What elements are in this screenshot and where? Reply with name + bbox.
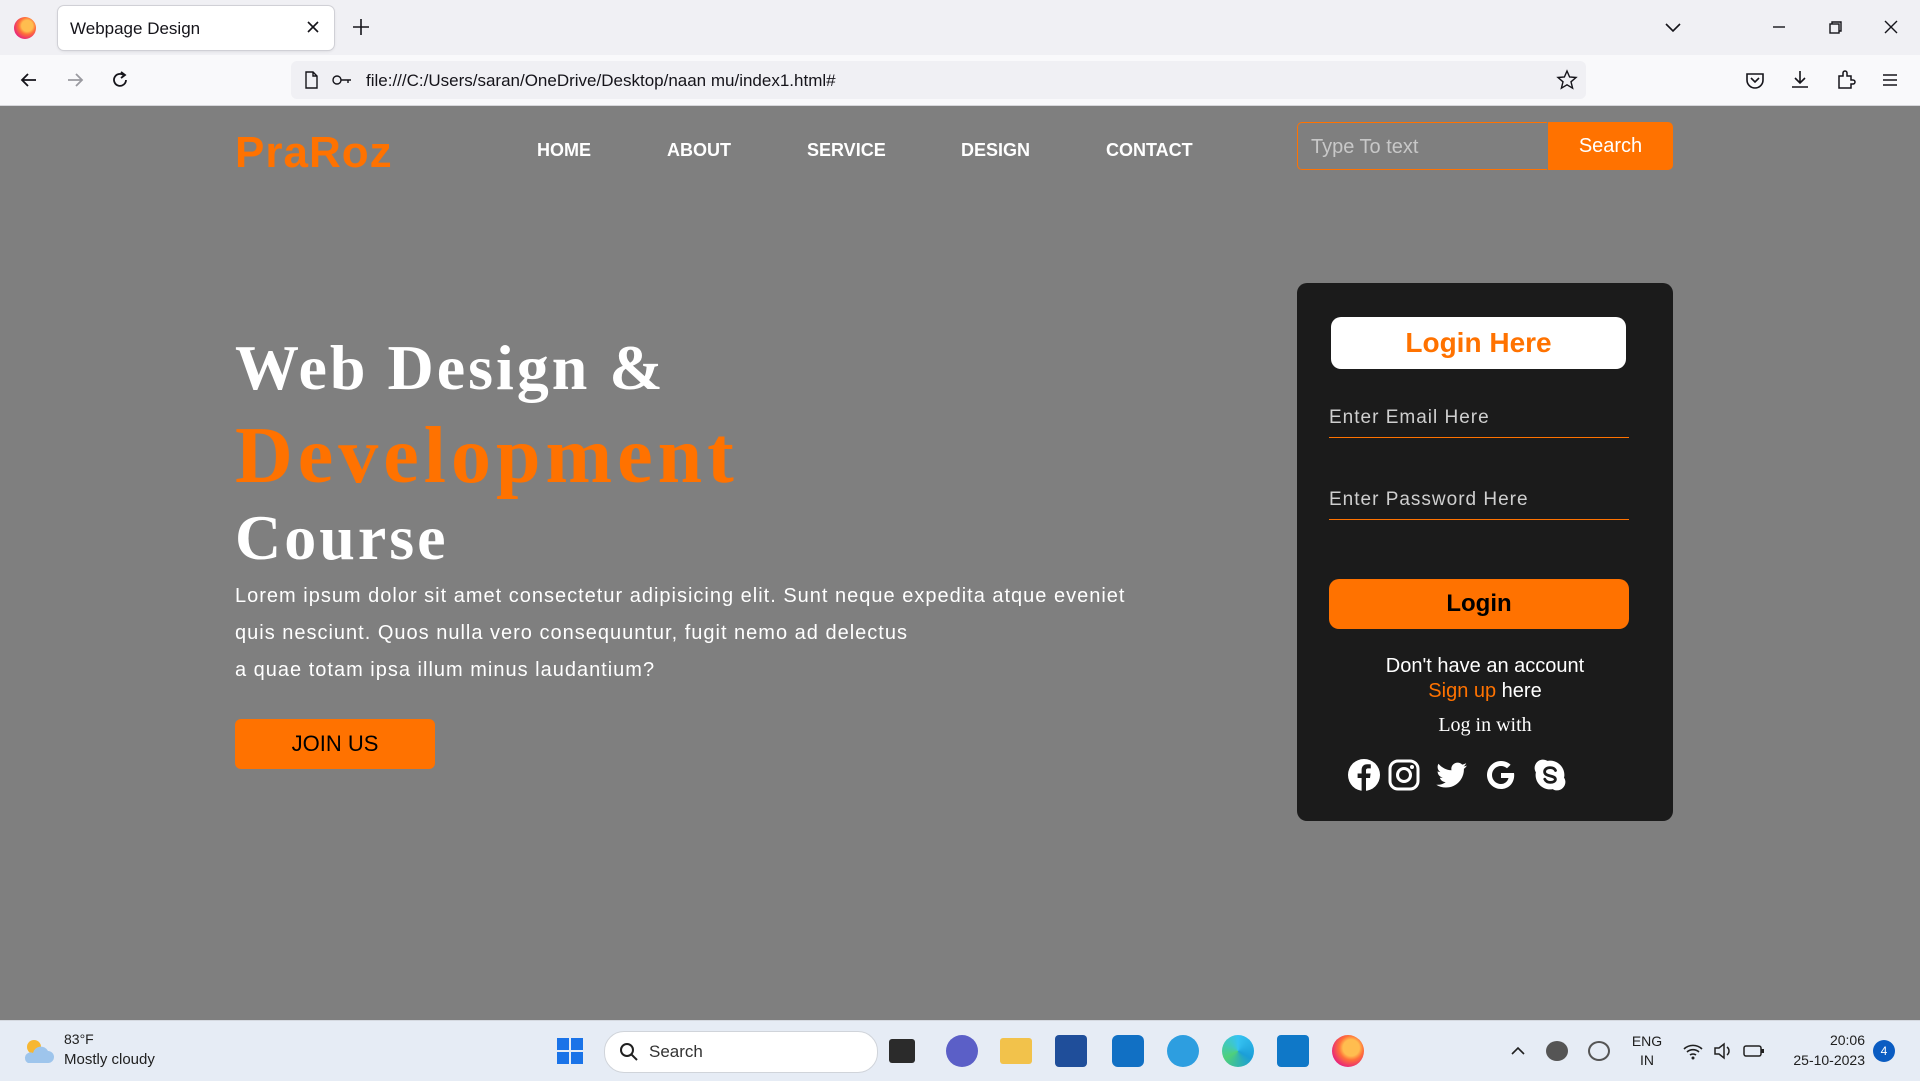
clock-time[interactable]: 20:06 — [1775, 1032, 1865, 1048]
restore-icon[interactable] — [1822, 14, 1848, 40]
chevron-down-icon[interactable] — [1662, 16, 1684, 38]
browser-toolbar: file:///C:/Users/saran/OneDrive/Desktop/… — [0, 55, 1920, 106]
close-window-icon[interactable] — [1878, 14, 1904, 40]
join-us-button[interactable]: JOIN US — [235, 719, 435, 769]
search-button[interactable]: Search — [1548, 122, 1673, 170]
file-explorer-icon[interactable] — [1000, 1038, 1032, 1064]
email-placeholder: Enter Email Here — [1329, 407, 1490, 428]
battery-icon[interactable] — [1742, 1041, 1766, 1061]
task-view-icon[interactable] — [889, 1039, 915, 1063]
sync-icon[interactable] — [1588, 1041, 1610, 1061]
pocket-icon[interactable] — [1742, 67, 1768, 93]
clock-date[interactable]: 25-10-2023 — [1765, 1052, 1865, 1068]
signup-line: Sign up here — [1297, 680, 1673, 703]
taskbar-search-label: Search — [649, 1042, 703, 1061]
key-icon[interactable] — [331, 70, 353, 90]
edge-icon[interactable] — [1222, 1035, 1254, 1067]
new-tab-icon[interactable] — [350, 16, 372, 38]
firefox-icon[interactable] — [14, 17, 36, 39]
back-icon[interactable] — [16, 67, 42, 93]
login-with-label: Log in with — [1438, 714, 1532, 736]
language-top[interactable]: ENG — [1630, 1033, 1664, 1049]
vscode-icon[interactable] — [1277, 1035, 1309, 1067]
bookmark-star-icon[interactable] — [1556, 69, 1578, 91]
windows-start-icon[interactable] — [556, 1037, 584, 1065]
page-icon — [305, 71, 318, 89]
email-field[interactable]: Enter Email Here — [1329, 397, 1629, 438]
site-logo[interactable]: PraRoz — [235, 128, 393, 178]
chevron-up-icon[interactable] — [1508, 1041, 1528, 1061]
tab-bar: Webpage Design — [0, 0, 1920, 55]
onedrive-icon[interactable] — [1546, 1041, 1568, 1061]
reload-icon[interactable] — [107, 67, 133, 93]
no-account-text: Don't have an account — [1385, 655, 1585, 677]
wifi-icon[interactable] — [1682, 1041, 1704, 1061]
app-icon[interactable] — [1112, 1035, 1144, 1067]
nav-about[interactable]: ABOUT — [667, 140, 731, 161]
signup-link[interactable]: Sign up — [1428, 680, 1496, 702]
twitter-icon[interactable] — [1434, 757, 1470, 793]
search-icon — [620, 1043, 638, 1061]
nav-contact[interactable]: CONTACT — [1106, 140, 1193, 161]
paragraph-line: Lorem ipsum dolor sit amet consectetur a… — [235, 585, 1126, 607]
taskbar-search[interactable]: Search — [604, 1031, 878, 1073]
hero-heading-line3: Course — [235, 502, 449, 573]
hero-heading-line2: Development — [235, 412, 739, 500]
browser-tab[interactable]: Webpage Design — [58, 6, 334, 50]
teams-chat-icon[interactable] — [946, 1035, 978, 1067]
windows-taskbar: 83°F Mostly cloudy Search ENG IN 20:06 2… — [0, 1020, 1920, 1081]
menu-icon[interactable] — [1877, 67, 1903, 93]
site-search-input[interactable]: Type To text — [1297, 122, 1547, 170]
search-placeholder: Type To text — [1311, 136, 1419, 158]
language-bottom[interactable]: IN — [1630, 1052, 1664, 1068]
facebook-icon[interactable] — [1346, 757, 1382, 793]
firefox-taskbar-icon[interactable] — [1332, 1035, 1364, 1067]
downloads-icon[interactable] — [1787, 67, 1813, 93]
url-bar[interactable]: file:///C:/Users/saran/OneDrive/Desktop/… — [291, 61, 1586, 99]
login-button[interactable]: Login — [1329, 579, 1629, 629]
app-icon[interactable] — [1167, 1035, 1199, 1067]
extensions-icon[interactable] — [1833, 67, 1859, 93]
notification-badge[interactable]: 4 — [1873, 1040, 1895, 1062]
url-text: file:///C:/Users/saran/OneDrive/Desktop/… — [366, 71, 836, 90]
instagram-icon[interactable] — [1386, 757, 1422, 793]
paragraph-line: quis nesciunt. Quos nulla vero consequun… — [235, 622, 908, 644]
password-field[interactable]: Enter Password Here — [1329, 479, 1629, 520]
volume-icon[interactable] — [1712, 1041, 1734, 1061]
signup-suffix: here — [1496, 680, 1542, 702]
password-placeholder: Enter Password Here — [1329, 489, 1529, 510]
minimize-icon[interactable] — [1766, 14, 1792, 40]
login-form: Login Here Enter Email Here Enter Passwo… — [1297, 283, 1673, 821]
nav-design[interactable]: DESIGN — [961, 140, 1030, 161]
page-content: PraRoz HOME ABOUT SERVICE DESIGN CONTACT… — [0, 106, 1920, 1020]
weather-description: Mostly cloudy — [64, 1051, 155, 1068]
google-icon[interactable] — [1483, 757, 1519, 793]
close-tab-icon[interactable] — [302, 16, 324, 38]
forward-icon[interactable] — [62, 67, 88, 93]
weather-cloud-icon[interactable] — [20, 1035, 56, 1067]
login-title: Login Here — [1331, 317, 1626, 369]
weather-temperature: 83°F — [64, 1031, 94, 1047]
skype-icon[interactable] — [1532, 757, 1568, 793]
nav-service[interactable]: SERVICE — [807, 140, 886, 161]
tab-title: Webpage Design — [70, 19, 201, 38]
hero-paragraph: Lorem ipsum dolor sit amet consectetur a… — [235, 578, 1185, 689]
paragraph-line: a quae totam ipsa illum minus laudantium… — [235, 659, 656, 681]
microsoft-store-icon[interactable] — [1055, 1035, 1087, 1067]
nav-home[interactable]: HOME — [537, 140, 591, 161]
hero-heading-line1: Web Design & — [235, 332, 666, 403]
